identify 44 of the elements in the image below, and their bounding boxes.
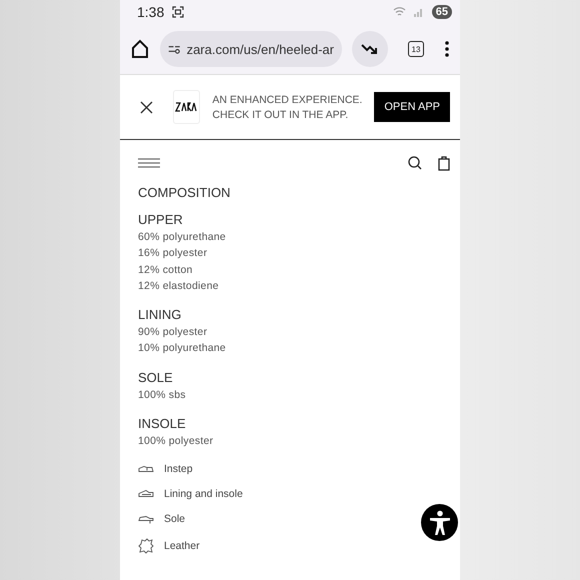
home-button[interactable] [130, 39, 150, 59]
section-title: COMPOSITION [138, 186, 232, 199]
shoe-icon [138, 464, 154, 474]
accessibility-button[interactable] [421, 504, 458, 541]
trend-button[interactable] [352, 31, 388, 67]
status-time: 1:38 [137, 4, 164, 20]
wifi-icon [392, 7, 406, 17]
part-heading: INSOLE [138, 416, 187, 432]
material-line: 16% polyester [138, 246, 208, 262]
open-app-button[interactable]: OPEN APP [374, 92, 450, 122]
part-heading: LINING [138, 307, 182, 322]
shoe-icon [138, 514, 154, 524]
battery-level: 65 [432, 5, 452, 19]
bag-button[interactable] [438, 156, 450, 170]
material-line: 12% elastodiene [138, 278, 220, 294]
close-button[interactable] [140, 100, 153, 114]
url-text: zara.com/us/en/heeled-ar [186, 42, 334, 56]
leather-hide-icon [138, 538, 154, 554]
material-line: 100% sbs [138, 388, 187, 403]
search-button[interactable] [408, 156, 422, 170]
care-label: Sole [164, 513, 186, 526]
more-menu-button[interactable] [444, 41, 450, 57]
app-logo [173, 90, 200, 124]
menu-button[interactable] [138, 158, 160, 168]
material-line: 100% polyester [138, 434, 214, 450]
banner-text: CHECK IT OUT IN THE APP. [212, 108, 350, 120]
material-line: 90% polyester [138, 325, 208, 340]
part-heading: SOLE [138, 370, 174, 385]
care-label: Instep [164, 463, 193, 476]
care-label: Leather [164, 540, 200, 552]
care-label: Lining and insole [164, 488, 243, 500]
banner-text: AN ENHANCED EXPERIENCE. [212, 94, 362, 106]
material-line: 10% polyurethane [138, 341, 227, 356]
trending-down-icon [361, 42, 379, 56]
accessibility-icon [428, 510, 450, 536]
material-line: 60% polyurethane [138, 230, 227, 245]
tab-count-button[interactable]: 13 [408, 41, 424, 57]
screenshot-icon [172, 6, 184, 18]
material-line: 12% cotton [138, 262, 194, 278]
signal-icon [414, 7, 424, 17]
url-field[interactable]: zara.com/us/en/heeled-ar [160, 31, 342, 67]
shoe-icon [138, 490, 154, 499]
part-heading: UPPER [138, 212, 184, 227]
tune-icon [168, 43, 181, 55]
